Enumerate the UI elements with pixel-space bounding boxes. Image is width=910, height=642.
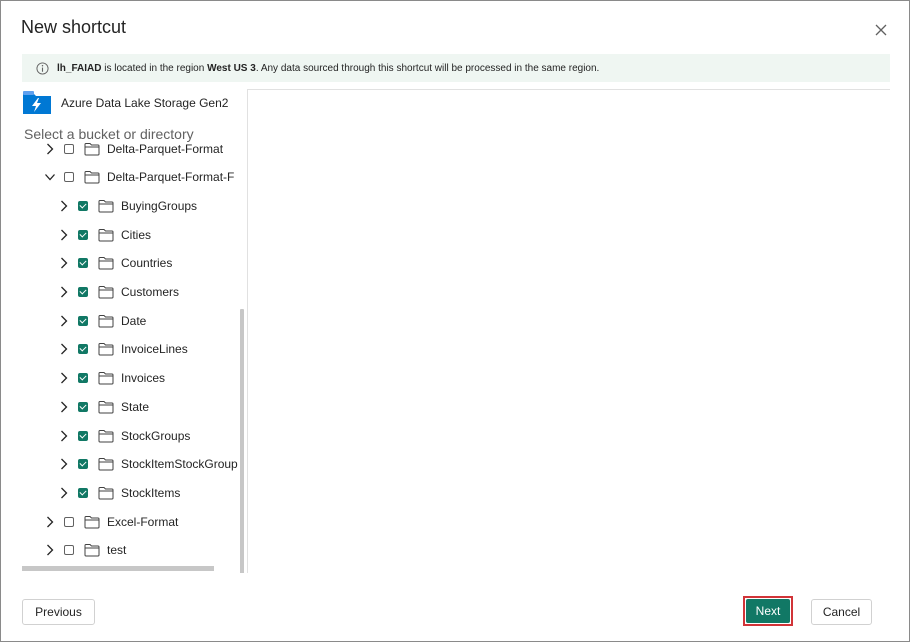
chevron-right-icon[interactable] [44, 516, 56, 528]
tree-item-label: test [107, 543, 127, 557]
tree-item-label: Customers [121, 285, 180, 299]
folder-icon [84, 171, 100, 184]
directory-tree-pane: Azure Data Lake Storage Gen2 Select a bu… [22, 89, 247, 573]
chevron-right-icon[interactable] [58, 401, 70, 413]
folder-icon [98, 401, 114, 414]
tree-item[interactable]: test [44, 539, 126, 561]
folder-icon [98, 257, 114, 270]
chevron-right-icon[interactable] [58, 372, 70, 384]
tree-item[interactable]: State [58, 396, 149, 418]
chevron-right-icon[interactable] [58, 343, 70, 355]
cancel-button[interactable]: Cancel [811, 599, 872, 625]
chevron-right-icon[interactable] [58, 430, 70, 442]
tree-item[interactable]: Cities [58, 224, 151, 246]
tree-item[interactable]: Countries [58, 252, 172, 274]
chevron-right-icon[interactable] [44, 544, 56, 556]
tree-item[interactable]: Delta-Parquet-Format [44, 138, 223, 160]
tree-item-label: StockItemStockGroup [121, 457, 238, 471]
chevron-right-icon[interactable] [58, 315, 70, 327]
tree-item-checkbox[interactable] [78, 431, 88, 441]
tree-item-checkbox[interactable] [78, 287, 88, 297]
folder-icon [98, 343, 114, 356]
tree-item[interactable]: StockItemStockGroup [58, 453, 238, 475]
source-header: Azure Data Lake Storage Gen2 [22, 91, 228, 115]
new-shortcut-dialog: New shortcut lh_FAIAD is located in the … [0, 0, 910, 642]
tree-item[interactable]: StockGroups [58, 425, 190, 447]
tree-item-label: InvoiceLines [121, 342, 188, 356]
tree-item-label: Excel-Format [107, 515, 179, 529]
tree-item-checkbox[interactable] [78, 344, 88, 354]
tree-item-checkbox[interactable] [78, 373, 88, 383]
source-label: Azure Data Lake Storage Gen2 [61, 96, 229, 110]
close-icon[interactable] [873, 22, 889, 38]
preview-pane [248, 89, 890, 90]
azure-data-lake-icon [23, 91, 51, 114]
folder-icon [98, 458, 114, 471]
tree-item-checkbox[interactable] [78, 230, 88, 240]
folder-icon [98, 200, 114, 213]
chevron-right-icon[interactable] [58, 200, 70, 212]
info-text-part1: is located in the region [101, 62, 208, 74]
tree-item-label: Date [121, 314, 147, 328]
tree-item[interactable]: InvoiceLines [58, 338, 188, 360]
tree-item[interactable]: BuyingGroups [58, 195, 197, 217]
chevron-right-icon[interactable] [44, 143, 56, 155]
tree-item[interactable]: Customers [58, 281, 179, 303]
info-icon [36, 61, 49, 75]
chevron-right-icon[interactable] [58, 286, 70, 298]
vertical-scrollbar-thumb[interactable] [240, 309, 244, 573]
tree-item[interactable]: Date [58, 310, 146, 332]
tree-item-label: BuyingGroups [121, 199, 198, 213]
folder-icon [98, 315, 114, 328]
chevron-right-icon[interactable] [58, 487, 70, 499]
tree-item[interactable]: Delta-Parquet-Format-F [44, 166, 234, 188]
tree-item-label: Delta-Parquet-Format-F [107, 170, 235, 184]
info-text: lh_FAIAD is located in the region West U… [57, 63, 599, 74]
dialog-title: New shortcut [21, 17, 127, 37]
next-button[interactable]: Next [746, 599, 790, 623]
tree-item-checkbox[interactable] [78, 316, 88, 326]
chevron-right-icon[interactable] [58, 229, 70, 241]
tree-item-label: StockItems [121, 486, 181, 500]
tree-item-checkbox[interactable] [78, 258, 88, 268]
chevron-down-icon[interactable] [44, 171, 56, 183]
tree-item-checkbox[interactable] [64, 172, 74, 182]
folder-icon [98, 286, 114, 299]
tree-item-checkbox[interactable] [64, 517, 74, 527]
tree-item-checkbox[interactable] [78, 402, 88, 412]
region-info-bar: lh_FAIAD is located in the region West U… [22, 54, 890, 82]
tree-item-checkbox[interactable] [78, 459, 88, 469]
folder-icon [98, 229, 114, 242]
info-text-part2: . Any data sourced through this shortcut… [255, 62, 600, 74]
region-name: West US 3 [207, 62, 256, 74]
horizontal-scrollbar-thumb[interactable] [22, 566, 214, 571]
pane-divider [247, 89, 248, 573]
previous-button[interactable]: Previous [22, 599, 95, 625]
folder-icon [98, 487, 114, 500]
tree-item-label: StockGroups [121, 429, 191, 443]
tree-item-label: State [121, 400, 150, 414]
tree-item-label: Delta-Parquet-Format [107, 142, 224, 156]
folder-icon [84, 143, 100, 156]
tree-item[interactable]: Excel-Format [44, 511, 178, 533]
tree-item-checkbox[interactable] [78, 488, 88, 498]
folder-icon [84, 544, 100, 557]
tree-item-checkbox[interactable] [64, 545, 74, 555]
tree-item-label: Countries [121, 256, 173, 270]
chevron-right-icon[interactable] [58, 257, 70, 269]
tree-item-checkbox[interactable] [78, 201, 88, 211]
tree-item-checkbox[interactable] [64, 144, 74, 154]
folder-icon [98, 372, 114, 385]
folder-icon [98, 430, 114, 443]
lakehouse-name: lh_FAIAD [57, 62, 102, 74]
tree-item-label: Invoices [121, 371, 166, 385]
tree-item-label: Cities [121, 228, 152, 242]
tree-item[interactable]: StockItems [58, 482, 180, 504]
chevron-right-icon[interactable] [58, 458, 70, 470]
folder-icon [84, 516, 100, 529]
tree-item[interactable]: Invoices [58, 367, 165, 389]
